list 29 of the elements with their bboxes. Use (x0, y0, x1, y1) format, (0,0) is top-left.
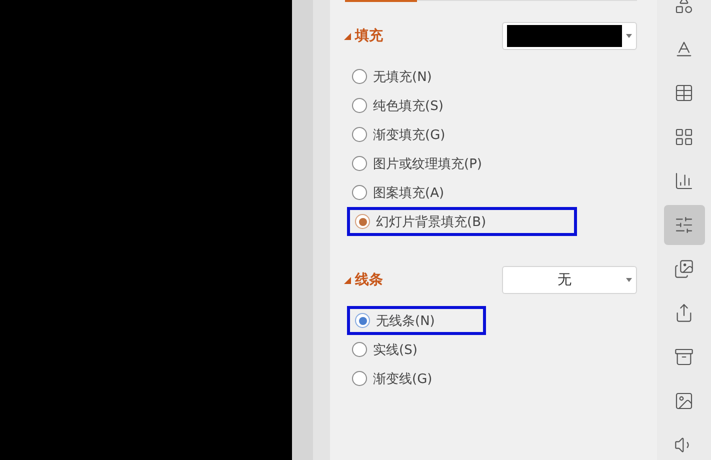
collapse-icon[interactable] (344, 32, 351, 40)
dropdown-value: 无 (556, 271, 572, 289)
radio-button[interactable] (352, 371, 367, 386)
radio-button[interactable] (352, 342, 367, 357)
option-label[interactable]: 图案填充(A) (373, 184, 444, 202)
sliders-icon[interactable] (664, 205, 704, 245)
radio-button[interactable] (352, 156, 367, 171)
style-dropdown[interactable]: 无 (502, 266, 637, 294)
radio-button[interactable] (352, 185, 367, 200)
option-label[interactable]: 幻灯片背景填充(B) (376, 212, 486, 230)
radio-button[interactable] (352, 69, 367, 84)
radio-button[interactable] (355, 313, 370, 328)
option-label[interactable]: 无填充(N) (373, 68, 432, 86)
option-label[interactable]: 实线(S) (373, 340, 418, 358)
option-label[interactable]: 渐变填充(G) (373, 126, 446, 144)
section-title: 线条 (355, 271, 383, 289)
option-label[interactable]: 纯色填充(S) (373, 96, 444, 114)
radio-button[interactable] (352, 127, 367, 142)
radio-button[interactable] (355, 214, 370, 229)
caret-icon (626, 278, 632, 282)
tab-indicator (345, 0, 417, 2)
option-label[interactable]: 图片或纹理填充(P) (373, 154, 482, 172)
radio-button[interactable] (352, 98, 367, 113)
color-dropdown[interactable] (502, 22, 637, 50)
caret-icon (626, 34, 632, 38)
option-label[interactable]: 渐变线(G) (373, 370, 432, 388)
section-title: 填充 (355, 27, 383, 45)
option-label[interactable]: 无线条(N) (376, 312, 435, 330)
collapse-icon[interactable] (344, 276, 351, 284)
